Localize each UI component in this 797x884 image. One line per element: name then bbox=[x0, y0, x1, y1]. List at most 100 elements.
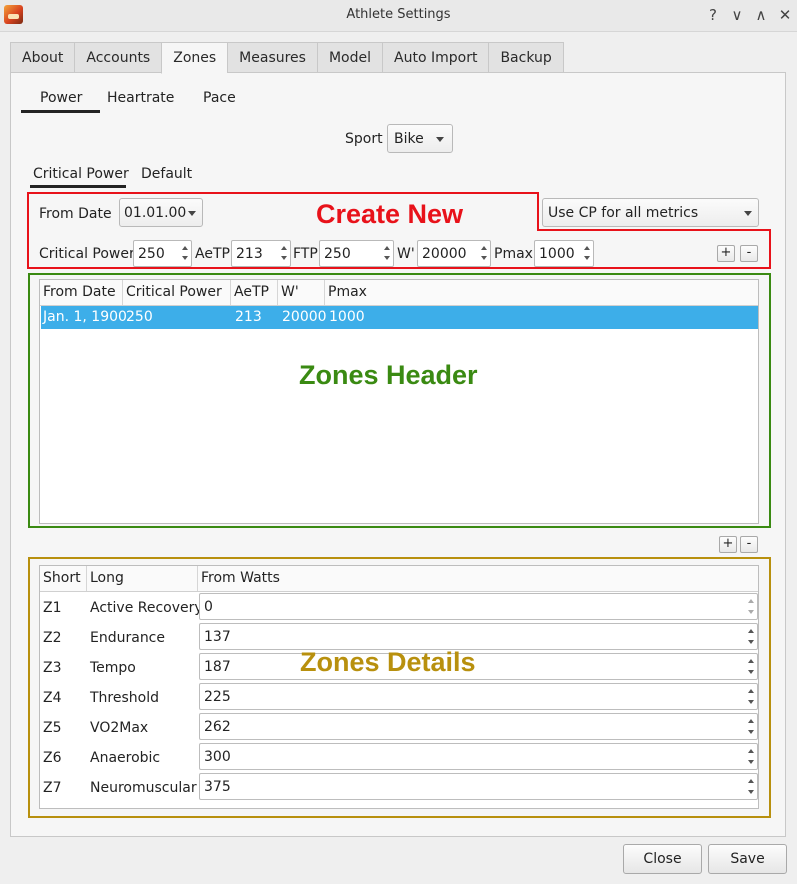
zone-long: Endurance bbox=[90, 630, 165, 646]
pmax-value: 1000 bbox=[539, 246, 575, 262]
critical-power-spinbox[interactable]: 250 bbox=[133, 240, 192, 267]
maximize-icon[interactable]: ∧ bbox=[751, 5, 771, 25]
close-button[interactable]: Close bbox=[623, 844, 702, 874]
chevron-down-icon bbox=[744, 211, 752, 216]
add-range-button[interactable]: + bbox=[717, 245, 735, 262]
tab-about[interactable]: About bbox=[10, 42, 75, 73]
aetp-value: 213 bbox=[236, 246, 263, 262]
spin-down-icon[interactable] bbox=[279, 253, 288, 264]
ftp-value: 250 bbox=[324, 246, 351, 262]
window-title: Athlete Settings bbox=[346, 7, 451, 22]
table-row[interactable]: Jan. 1, 1900 250 213 20000 1000 bbox=[41, 306, 758, 329]
spin-up-icon[interactable] bbox=[748, 776, 754, 783]
critical-power-label: Critical Power bbox=[39, 246, 135, 262]
spin-down-icon[interactable] bbox=[479, 253, 488, 264]
header-divider bbox=[40, 591, 758, 592]
save-button[interactable]: Save bbox=[708, 844, 787, 874]
cell-from-date: Jan. 1, 1900 bbox=[43, 309, 127, 325]
column-header-long[interactable]: Long bbox=[87, 566, 198, 591]
zone-long: Tempo bbox=[90, 660, 136, 676]
tab-zones[interactable]: Zones bbox=[161, 42, 228, 74]
subtab-heartrate[interactable]: Heartrate bbox=[107, 89, 174, 115]
spin-down-icon[interactable] bbox=[748, 727, 754, 734]
subtab-pace[interactable]: Pace bbox=[203, 89, 236, 115]
zone-long: Threshold bbox=[90, 690, 159, 706]
zone-long: Anaerobic bbox=[90, 750, 161, 766]
spin-up-icon[interactable] bbox=[748, 746, 754, 753]
spin-down-icon[interactable] bbox=[582, 253, 591, 264]
column-header-aetp[interactable]: AeTP bbox=[231, 280, 278, 305]
spin-down-icon[interactable] bbox=[748, 697, 754, 704]
remove-range-button[interactable]: - bbox=[740, 245, 758, 262]
tab-critical-power-indicator bbox=[30, 185, 126, 188]
zone-watts-value: 375 bbox=[204, 779, 231, 795]
zone-watts-spinbox[interactable]: 187 bbox=[199, 653, 758, 680]
from-date-label: From Date bbox=[39, 206, 112, 222]
from-date-picker[interactable]: 01.01.00 bbox=[119, 198, 203, 227]
ftp-spinbox[interactable]: 250 bbox=[319, 240, 394, 267]
minimize-icon[interactable]: ∨ bbox=[727, 5, 747, 25]
zone-watts-spinbox[interactable]: 137 bbox=[199, 623, 758, 650]
w-prime-spinbox[interactable]: 20000 bbox=[417, 240, 491, 267]
add-zone-button[interactable]: + bbox=[719, 536, 737, 553]
column-header-from-watts[interactable]: From Watts bbox=[198, 566, 758, 591]
create-new-outline-step bbox=[537, 229, 771, 231]
sport-value: Bike bbox=[394, 131, 424, 147]
remove-zone-button[interactable]: - bbox=[740, 536, 758, 553]
spin-up-icon[interactable] bbox=[748, 716, 754, 723]
close-icon[interactable]: ✕ bbox=[775, 5, 795, 25]
pmax-label: Pmax bbox=[494, 246, 533, 262]
spin-up-icon[interactable] bbox=[748, 686, 754, 693]
zone-short: Z2 bbox=[43, 630, 62, 646]
main-tabbar: About Accounts Zones Measures Model Auto… bbox=[10, 42, 564, 74]
annotation-zones-details: Zones Details bbox=[300, 647, 476, 677]
chevron-down-icon bbox=[188, 211, 196, 216]
zone-watts-value: 187 bbox=[204, 659, 231, 675]
cell-w-prime: 20000 bbox=[282, 309, 327, 325]
spin-down-icon[interactable] bbox=[748, 637, 754, 644]
cell-critical-power: 250 bbox=[126, 309, 153, 325]
zone-watts-spinbox[interactable]: 225 bbox=[199, 683, 758, 710]
zone-short: Z6 bbox=[43, 750, 62, 766]
annotation-create-new: Create New bbox=[316, 199, 464, 229]
aetp-spinbox[interactable]: 213 bbox=[231, 240, 291, 267]
zone-watts-spinbox[interactable]: 0 bbox=[199, 593, 758, 620]
sport-select[interactable]: Bike bbox=[387, 124, 453, 153]
pmax-spinbox[interactable]: 1000 bbox=[534, 240, 594, 267]
zone-short: Z3 bbox=[43, 660, 62, 676]
spin-down-icon[interactable] bbox=[748, 667, 754, 674]
cp-usage-select[interactable]: Use CP for all metrics bbox=[542, 198, 759, 227]
sport-label: Sport bbox=[345, 131, 383, 147]
spin-up-icon[interactable] bbox=[748, 656, 754, 663]
spin-down-icon[interactable] bbox=[748, 787, 754, 794]
spin-up-icon[interactable] bbox=[748, 626, 754, 633]
w-prime-label: W' bbox=[397, 246, 415, 262]
spin-down-icon[interactable] bbox=[748, 607, 754, 614]
zone-watts-value: 262 bbox=[204, 719, 231, 735]
tab-accounts[interactable]: Accounts bbox=[74, 42, 162, 73]
tab-backup[interactable]: Backup bbox=[488, 42, 564, 73]
ranges-table[interactable]: From Date Critical Power AeTP W' Pmax Ja… bbox=[39, 279, 759, 524]
tab-auto-import[interactable]: Auto Import bbox=[382, 42, 489, 73]
create-new-outline-corner bbox=[769, 229, 771, 231]
column-header-critical-power[interactable]: Critical Power bbox=[123, 280, 231, 305]
column-header-from-date[interactable]: From Date bbox=[40, 280, 123, 305]
zone-watts-spinbox[interactable]: 375 bbox=[199, 773, 758, 800]
column-header-pmax[interactable]: Pmax bbox=[325, 280, 758, 305]
subtab-power-indicator bbox=[21, 110, 100, 113]
aetp-label: AeTP bbox=[195, 246, 230, 262]
tab-default[interactable]: Default bbox=[141, 165, 192, 191]
spin-down-icon[interactable] bbox=[382, 253, 391, 264]
zone-watts-spinbox[interactable]: 262 bbox=[199, 713, 758, 740]
column-header-w-prime[interactable]: W' bbox=[278, 280, 325, 305]
spin-down-icon[interactable] bbox=[748, 757, 754, 764]
zones-table[interactable]: Short Long From Watts Z1 Active Recovery… bbox=[39, 565, 759, 809]
tab-model[interactable]: Model bbox=[316, 42, 383, 73]
spin-up-icon[interactable] bbox=[748, 596, 754, 603]
spin-down-icon[interactable] bbox=[180, 253, 189, 264]
column-header-short[interactable]: Short bbox=[40, 566, 87, 591]
help-icon[interactable]: ? bbox=[703, 5, 723, 25]
zone-watts-spinbox[interactable]: 300 bbox=[199, 743, 758, 770]
w-prime-value: 20000 bbox=[422, 246, 467, 262]
tab-measures[interactable]: Measures bbox=[227, 42, 317, 73]
